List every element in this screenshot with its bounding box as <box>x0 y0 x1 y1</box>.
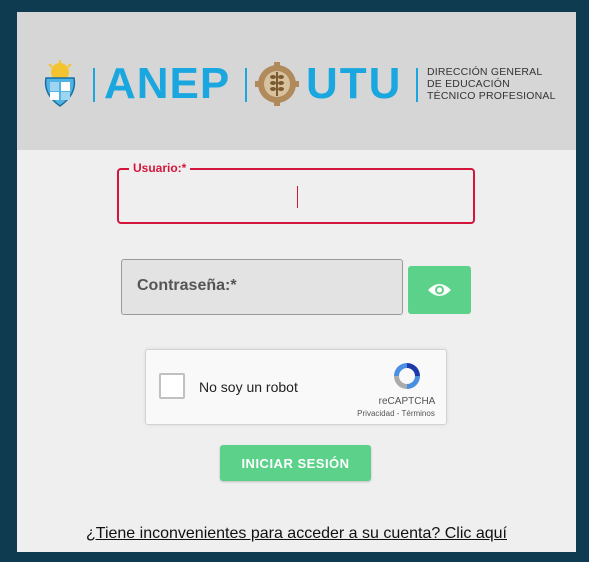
anep-logo: ANEP <box>104 59 231 108</box>
recaptcha-brand: reCAPTCHA <box>378 396 436 407</box>
uruguay-crest-icon <box>44 60 76 107</box>
org-line-1: DIRECCIÓN GENERAL <box>427 66 543 78</box>
divider <box>93 68 95 102</box>
header: ANEP UTU DIRECCIÓN GENERAL DE EDUCACIÓN … <box>17 12 576 150</box>
text-caret <box>297 186 298 208</box>
org-line-2: DE EDUCACIÓN <box>427 78 510 90</box>
divider <box>245 68 247 102</box>
recaptcha-links[interactable]: Privacidad - Términos <box>351 409 441 418</box>
utu-logo: UTU <box>306 59 403 108</box>
account-help-link[interactable]: ¿Tiene inconvenientes para acceder a su … <box>17 525 576 543</box>
recaptcha-logo-icon <box>394 363 420 389</box>
recaptcha-widget: No soy un robot reCAPTCHA Privacidad - T… <box>145 349 447 425</box>
username-label: Usuario:* <box>129 161 191 175</box>
gear-wheat-icon <box>255 62 299 106</box>
org-line-3: TÉCNICO PROFESIONAL <box>427 90 556 102</box>
username-field[interactable]: Usuario:* <box>117 161 475 224</box>
recaptcha-checkbox[interactable] <box>159 373 185 399</box>
password-field[interactable]: Contraseña:* <box>121 259 403 315</box>
login-card: ANEP UTU DIRECCIÓN GENERAL DE EDUCACIÓN … <box>17 12 576 552</box>
password-placeholder: Contraseña:* <box>137 277 237 294</box>
recaptcha-label: No soy un robot <box>199 379 298 395</box>
eye-icon <box>428 284 451 296</box>
divider <box>416 68 418 102</box>
org-name: DIRECCIÓN GENERAL DE EDUCACIÓN TÉCNICO P… <box>427 66 556 102</box>
logo-row: ANEP UTU DIRECCIÓN GENERAL DE EDUCACIÓN … <box>17 12 576 150</box>
login-button[interactable]: INICIAR SESIÓN <box>220 445 371 481</box>
show-password-button[interactable] <box>408 266 471 314</box>
